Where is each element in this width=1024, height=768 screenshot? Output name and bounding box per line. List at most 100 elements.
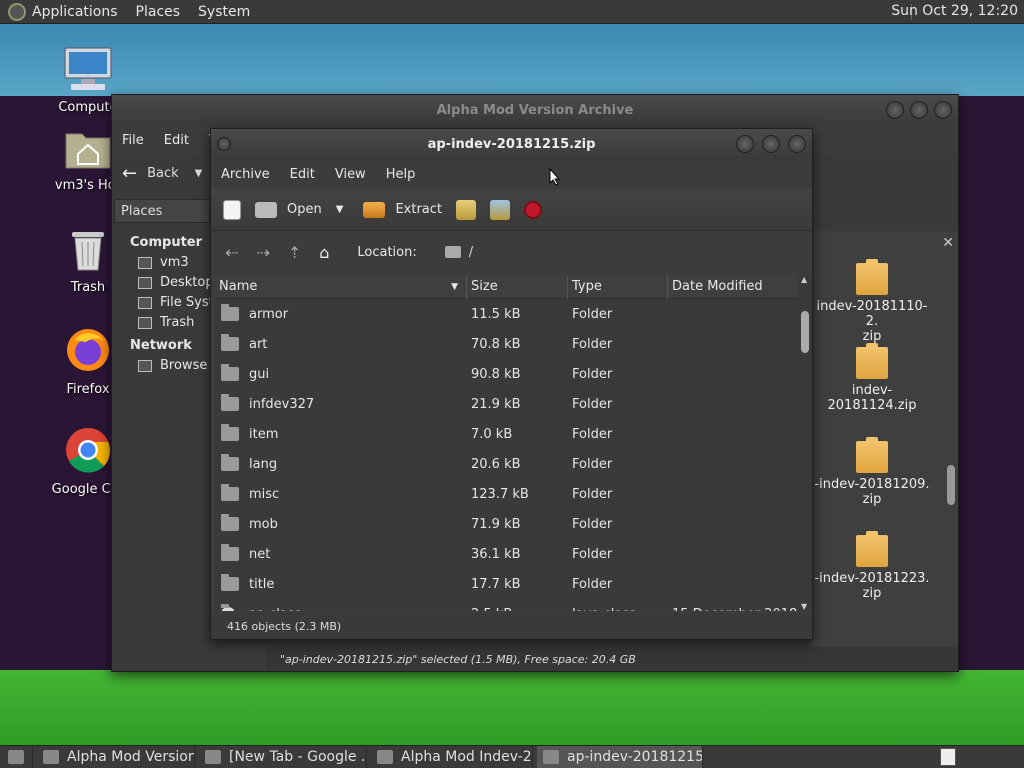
sidebar-item-trash[interactable]: Trash (138, 315, 212, 330)
table-row[interactable]: misc 123.7 kB Folder (215, 479, 799, 509)
taskbar-item[interactable]: ap-indev-20181215.... (537, 746, 703, 768)
close-button[interactable] (934, 101, 952, 119)
content-scrollbar[interactable] (946, 255, 956, 643)
folder-icon (221, 394, 239, 411)
zip-file-item[interactable]: indev-20181124.zip (812, 343, 932, 413)
menu-system[interactable]: System (198, 4, 250, 20)
bottom-taskbar: Alpha Mod Version ... [New Tab - Google .… (0, 745, 1024, 768)
file-name: net (249, 546, 271, 562)
zip-file-item[interactable]: -indev-20181209. zip (812, 437, 932, 507)
taskbar-item[interactable]: [New Tab - Google ... (199, 746, 367, 768)
cell-name: art (215, 334, 467, 352)
scroll-up-icon[interactable]: ▲ (801, 275, 807, 284)
chrome-icon (66, 428, 110, 473)
taskbar-item-label: [New Tab - Google ... (229, 749, 367, 765)
workspace-switcher[interactable] (940, 748, 956, 766)
back-arrow-icon[interactable]: ← (122, 163, 137, 184)
menu-view[interactable]: View (335, 167, 366, 182)
column-label: Size (471, 278, 498, 294)
maximize-button[interactable] (910, 101, 928, 119)
back-button[interactable]: Back (147, 166, 179, 181)
maximize-button[interactable] (762, 135, 780, 153)
taskbar-item[interactable]: Alpha Mod Indev-2... (371, 746, 533, 768)
table-row[interactable]: title 17.7 kB Folder (215, 569, 799, 599)
back-arrow-icon[interactable]: ⇠ (225, 243, 238, 262)
extract-button[interactable]: Extract (363, 201, 442, 218)
show-desktop-button[interactable] (0, 746, 33, 768)
clock[interactable]: Sun Oct 29, 12:20 (891, 3, 1018, 19)
menu-help[interactable]: Help (386, 167, 416, 182)
location-path[interactable]: / (469, 245, 473, 260)
extract-label: Extract (395, 202, 442, 217)
trash-icon (72, 232, 104, 271)
cell-type: Folder (572, 336, 613, 352)
table-row[interactable]: armor 11.5 kB Folder (215, 299, 799, 329)
file-icon (221, 604, 235, 611)
zip-archive-icon (856, 343, 888, 379)
table-row[interactable]: item 7.0 kB Folder (215, 419, 799, 449)
menu-places[interactable]: Places (136, 4, 181, 20)
distro-logo-icon[interactable] (8, 2, 26, 21)
sidebar-item-vm3[interactable]: vm3 (138, 255, 212, 270)
window-menu-button[interactable] (217, 137, 231, 151)
minimize-button[interactable] (886, 101, 904, 119)
table-row[interactable]: gui 90.8 kB Folder (215, 359, 799, 389)
table-row[interactable]: infdev327 21.9 kB Folder (215, 389, 799, 419)
close-pane-icon[interactable]: ✕ (942, 235, 954, 251)
sort-descending-icon: ▼ (451, 281, 458, 292)
cell-name: item (215, 424, 467, 442)
scrollbar-thumb[interactable] (947, 465, 955, 505)
column-header-size[interactable]: Size (467, 275, 568, 299)
up-arrow-icon[interactable]: ⇡ (288, 243, 301, 262)
open-button[interactable]: Open (255, 201, 322, 218)
folder-icon (221, 484, 239, 501)
sidebar-item-filesystem[interactable]: File Syst (138, 295, 212, 310)
zip-file-item[interactable]: indev-20181110-2. zip (812, 259, 932, 344)
cell-name: title (215, 574, 467, 592)
open-dropdown-button[interactable]: ▼ (336, 204, 344, 215)
file-list-scrollbar[interactable]: ▲ ▼ (798, 275, 812, 611)
table-row[interactable]: net 36.1 kB Folder (215, 539, 799, 569)
zip-file-item[interactable]: -indev-20181223. zip (812, 531, 932, 601)
sidebar-item-browse-network[interactable]: Browse (138, 358, 212, 373)
file-name: gui (249, 366, 270, 382)
sidebar-item-label: File Syst (160, 295, 212, 310)
close-button[interactable] (788, 135, 806, 153)
archive-manager-titlebar[interactable]: ap-indev-20181215.zip (211, 129, 812, 159)
file-name: infdev327 (249, 396, 315, 412)
cell-type: Folder (572, 456, 613, 472)
table-row[interactable]: lang 20.6 kB Folder (215, 449, 799, 479)
file-list-header: Name ▼ Size Type Date Modified (215, 275, 799, 299)
forward-arrow-icon[interactable]: ⇢ (256, 243, 269, 262)
menu-applications[interactable]: Applications (32, 4, 118, 20)
add-folder-button[interactable] (490, 199, 510, 220)
scroll-down-icon[interactable]: ▼ (801, 602, 807, 611)
drive-icon (138, 296, 152, 309)
table-row[interactable]: aa.class 2.5 kBJava class15 December 2018 (215, 599, 799, 611)
file-manager-titlebar[interactable]: Alpha Mod Version Archive (112, 95, 958, 125)
home-icon[interactable]: ⌂ (319, 243, 329, 262)
minimize-button[interactable] (736, 135, 754, 153)
stop-button[interactable] (524, 200, 542, 219)
table-row[interactable]: art 70.8 kB Folder (215, 329, 799, 359)
new-archive-button[interactable] (223, 199, 241, 220)
menu-file[interactable]: File (122, 133, 144, 148)
scrollbar-thumb[interactable] (801, 311, 809, 353)
add-folder-icon (490, 199, 510, 220)
add-files-button[interactable] (456, 199, 476, 220)
sidebar-item-desktop[interactable]: Desktop (138, 275, 212, 290)
column-header-type[interactable]: Type (568, 275, 668, 299)
taskbar-item[interactable]: Alpha Mod Version ... (37, 746, 195, 768)
places-selector[interactable]: Places (114, 199, 210, 223)
menu-edit[interactable]: Edit (164, 133, 189, 148)
table-row[interactable]: mob 71.9 kB Folder (215, 509, 799, 539)
column-header-date-modified[interactable]: Date Modified (668, 275, 799, 299)
column-header-name[interactable]: Name ▼ (215, 275, 467, 299)
menu-archive[interactable]: Archive (221, 167, 270, 182)
location-label: Location: (357, 244, 417, 260)
back-dropdown-icon[interactable]: ▼ (195, 168, 203, 179)
stop-icon (524, 200, 542, 219)
cell-name: aa.class (215, 604, 467, 611)
menu-edit[interactable]: Edit (290, 167, 315, 182)
cell-size: 20.6 kB (471, 456, 521, 472)
